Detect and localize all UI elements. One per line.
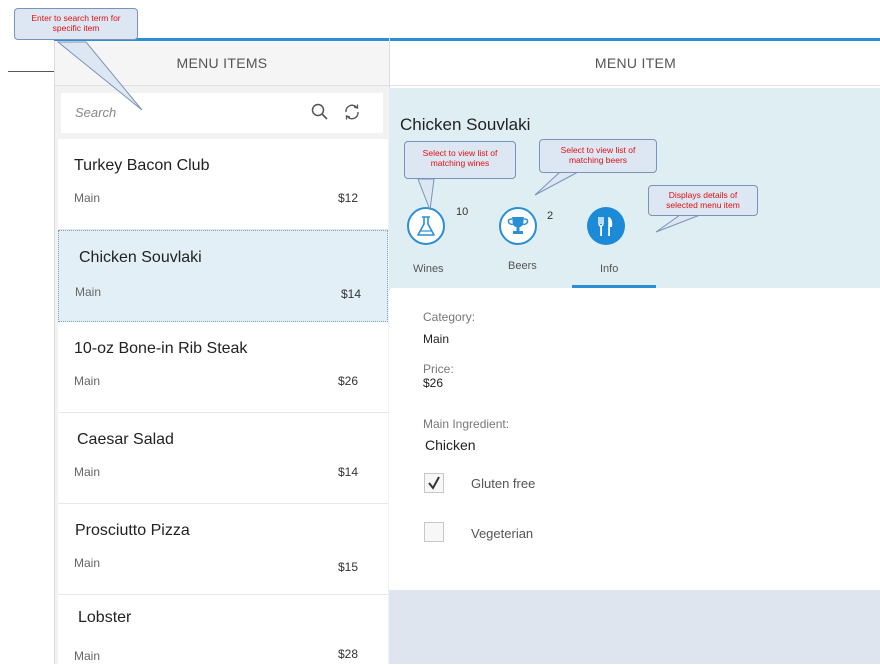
search-callout: Enter to search term for specific item bbox=[14, 8, 138, 40]
info-callout: Displays details of selected menu item bbox=[648, 185, 758, 216]
info-callout-pointer bbox=[655, 214, 701, 233]
wines-callout-pointer bbox=[417, 178, 435, 211]
wines-callout: Select to view list of matching wines bbox=[404, 141, 516, 179]
beers-callout-pointer bbox=[534, 171, 579, 196]
search-callout-pointer bbox=[56, 41, 143, 111]
callout-pointers bbox=[56, 41, 701, 233]
beers-callout: Select to view list of matching beers bbox=[539, 139, 657, 173]
